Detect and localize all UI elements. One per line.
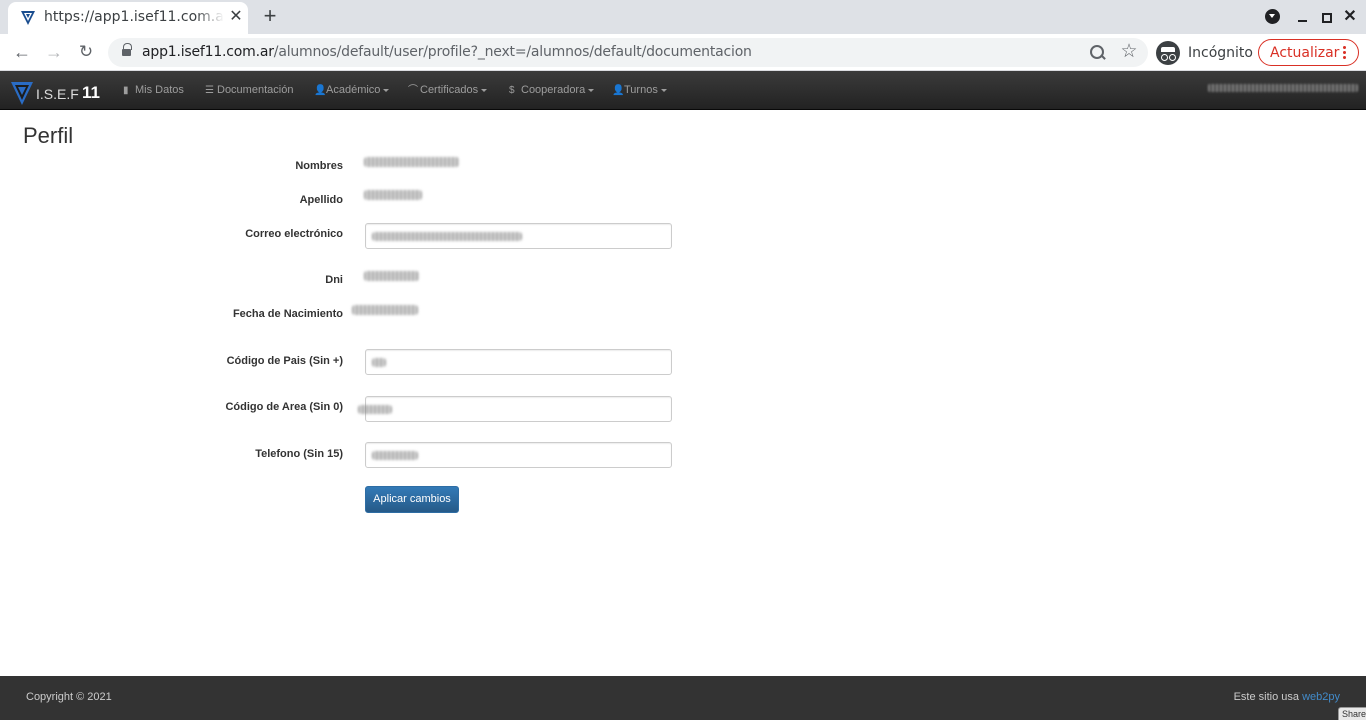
book-icon: ▮ bbox=[123, 85, 129, 96]
app-navbar: I.S.E.F 11 ▮ Mis Datos ☰ Documentación 👤Ac… bbox=[0, 71, 1366, 110]
nav-cooperadora-label: Cooperadora bbox=[521, 84, 586, 96]
powered-by: Este sitio usa web2py bbox=[1234, 691, 1340, 703]
redacted-value bbox=[372, 451, 418, 460]
label-dni: Dni bbox=[325, 274, 343, 286]
label-codigo-area: Código de Area (Sin 0) bbox=[225, 401, 343, 413]
update-label: Actualizar bbox=[1270, 45, 1340, 61]
label-telefono: Telefono (Sin 15) bbox=[255, 448, 343, 460]
redacted-username bbox=[1208, 84, 1358, 92]
caret-down-icon bbox=[660, 88, 667, 92]
isef-logo-icon bbox=[11, 82, 33, 105]
user-icon: 👤 bbox=[314, 85, 327, 96]
user-menu[interactable] bbox=[1208, 84, 1358, 92]
caret-down-icon bbox=[588, 88, 595, 92]
powered-prefix: Este sitio usa bbox=[1233, 691, 1300, 703]
maximize-icon[interactable] bbox=[1316, 7, 1336, 27]
nav-documentacion-label: Documentación bbox=[217, 84, 294, 96]
user-icon: 👤 bbox=[612, 85, 625, 96]
country-code-field[interactable] bbox=[365, 349, 672, 375]
incognito-icon bbox=[1156, 41, 1180, 65]
caret-down-icon bbox=[481, 88, 488, 92]
apply-changes-button[interactable]: Aplicar cambios bbox=[365, 486, 459, 513]
label-apellido: Apellido bbox=[299, 194, 343, 206]
nav-turnos[interactable]: 👤Turnos bbox=[612, 82, 667, 98]
redacted-value bbox=[358, 405, 392, 414]
nav-documentacion[interactable]: ☰ Documentación bbox=[205, 82, 293, 98]
brand-name: I.S.E.F bbox=[36, 86, 79, 102]
label-nombres: Nombres bbox=[295, 160, 343, 172]
zoom-icon[interactable] bbox=[1088, 43, 1108, 63]
tab-title: https://app1.isef11.com.ar bbox=[44, 9, 224, 25]
web2py-link[interactable]: web2py bbox=[1302, 691, 1340, 703]
kebab-menu-icon[interactable] bbox=[1343, 46, 1347, 60]
value-apellido bbox=[364, 190, 422, 200]
redacted-value bbox=[372, 232, 522, 241]
redacted-value bbox=[364, 271, 419, 281]
isef-favicon-icon bbox=[21, 11, 35, 25]
nav-cooperadora[interactable]: $ Cooperadora bbox=[509, 82, 595, 98]
redacted-value bbox=[372, 358, 386, 367]
nav-turnos-label: Turnos bbox=[624, 84, 658, 96]
caret-down-icon bbox=[383, 88, 390, 92]
redacted-value bbox=[364, 190, 422, 200]
new-tab-icon[interactable]: + bbox=[258, 4, 282, 28]
area-code-field[interactable] bbox=[358, 396, 672, 422]
page-footer: Copyright © 2021 Este sitio usa web2py bbox=[0, 676, 1366, 720]
label-codigo-pais: Código de Pais (Sin +) bbox=[226, 355, 343, 367]
label-correo: Correo electrónico bbox=[245, 228, 343, 240]
redacted-value bbox=[364, 157, 459, 167]
nav-mis-datos-label: Mis Datos bbox=[135, 84, 184, 96]
label-fecha-nacimiento: Fecha de Nacimiento bbox=[232, 308, 343, 320]
profile-menu-icon[interactable] bbox=[1262, 7, 1282, 27]
url-path: /alumnos/default/user/profile?_next=/alu… bbox=[273, 44, 752, 60]
dollar-icon: $ bbox=[509, 85, 515, 96]
browser-tabstrip: https://app1.isef11.com.ar ✕ + ✕ bbox=[0, 0, 1366, 34]
list-icon: ☰ bbox=[205, 85, 214, 96]
url-host: app1.isef11.com.ar bbox=[142, 44, 274, 60]
value-nombres bbox=[364, 157, 459, 167]
address-bar[interactable]: app1.isef11.com.ar/alumnos/default/user/… bbox=[108, 38, 1148, 67]
phone-field[interactable] bbox=[365, 442, 672, 468]
graduation-cap-icon: ⌒ bbox=[408, 85, 418, 96]
nav-academico[interactable]: 👤Académico bbox=[314, 82, 390, 98]
lock-icon[interactable] bbox=[122, 43, 132, 58]
reload-icon[interactable]: ↻ bbox=[74, 40, 98, 64]
value-dni bbox=[364, 271, 419, 281]
redacted-value bbox=[352, 305, 418, 315]
close-tab-icon[interactable]: ✕ bbox=[226, 7, 246, 27]
nav-mis-datos[interactable]: ▮ Mis Datos bbox=[123, 82, 184, 98]
incognito-indicator[interactable]: Incógnito bbox=[1156, 39, 1254, 66]
page-title: Perfil bbox=[23, 123, 74, 148]
browser-toolbar: ← → ↻ app1.isef11.com.ar/alumnos/default… bbox=[0, 34, 1366, 71]
url-text: app1.isef11.com.ar/alumnos/default/user/… bbox=[142, 44, 752, 60]
incognito-label: Incógnito bbox=[1188, 45, 1253, 61]
brand-number: 11 bbox=[82, 83, 100, 102]
update-button[interactable]: Actualizar bbox=[1258, 39, 1359, 66]
close-window-icon[interactable]: ✕ bbox=[1340, 7, 1360, 27]
browser-tab[interactable]: https://app1.isef11.com.ar ✕ bbox=[8, 2, 248, 34]
nav-certificados-label: Certificados bbox=[420, 84, 479, 96]
nav-academico-label: Académico bbox=[326, 84, 381, 96]
bookmark-star-icon[interactable]: ☆ bbox=[1118, 41, 1140, 63]
nav-certificados[interactable]: ⌒ Certificados bbox=[408, 82, 488, 98]
email-field[interactable] bbox=[365, 223, 672, 249]
value-fecha-nacimiento bbox=[352, 305, 418, 315]
copyright-text: Copyright © 2021 bbox=[26, 691, 112, 703]
forward-arrow-icon[interactable]: → bbox=[42, 40, 66, 64]
minimize-icon[interactable] bbox=[1292, 7, 1312, 27]
share-button[interactable]: Share bbox=[1338, 707, 1366, 720]
back-arrow-icon[interactable]: ← bbox=[10, 40, 34, 64]
